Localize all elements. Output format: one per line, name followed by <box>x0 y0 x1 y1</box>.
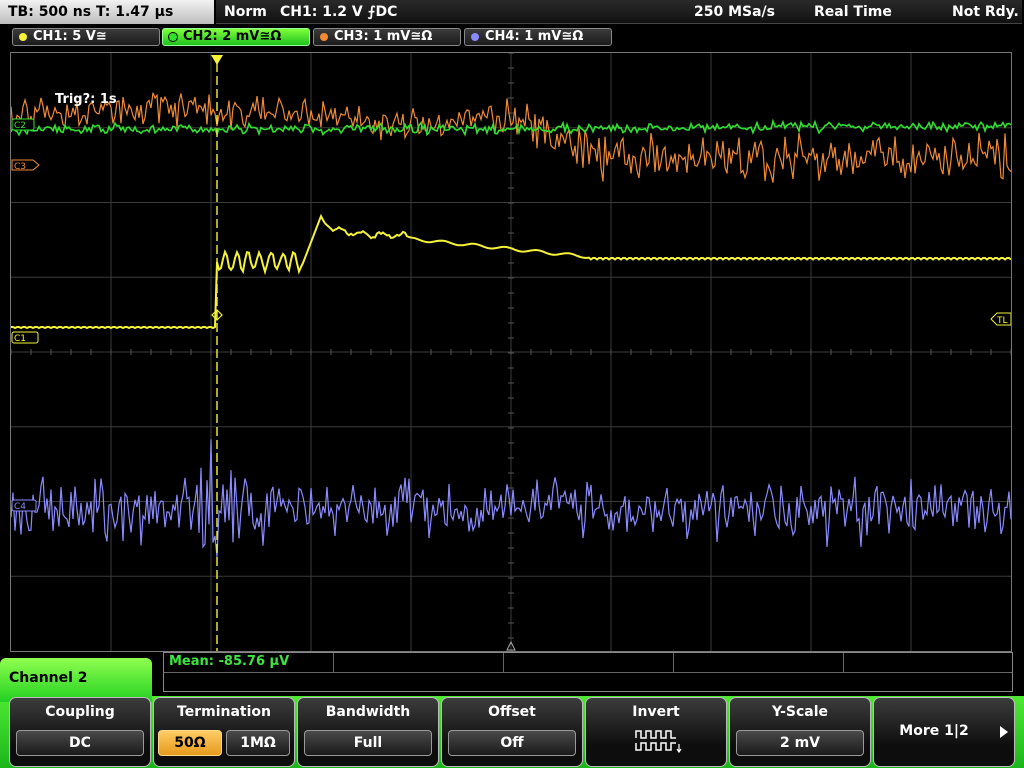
trigger-position-icon[interactable] <box>211 55 223 65</box>
tab-ch4[interactable]: CH4: 1 mV≅Ω <box>464 28 612 46</box>
tab-ch2-label: CH2: 2 mV≅Ω <box>183 29 282 44</box>
menu-title-tab: Channel 2 <box>0 658 152 702</box>
ch4-level-marker[interactable]: C4 <box>11 499 37 512</box>
trigger-info: Trig?: 1s <box>55 92 117 107</box>
offset-softkey[interactable]: Offset Off <box>441 697 583 767</box>
offset-label: Offset <box>488 704 536 720</box>
graticule <box>11 53 1011 651</box>
mean-measurement: Mean: -85.76 µV <box>169 654 290 669</box>
termination-label: Termination <box>177 704 271 720</box>
tab-ch1[interactable]: CH1: 5 V≅ <box>12 28 160 46</box>
measurement-panel[interactable]: Mean: -85.76 µV <box>163 652 1013 692</box>
invert-waveform-icon <box>635 730 682 754</box>
acquisition-status: Not Rdy. <box>952 4 1019 20</box>
invert-softkey[interactable]: Invert <box>585 697 727 767</box>
ch2-level-marker[interactable]: C2 <box>11 118 35 131</box>
next-page-arrow-icon <box>1000 726 1008 738</box>
trigger-mode[interactable]: Norm <box>224 0 267 24</box>
channel-tabs: CH1: 5 V≅ CH2: 2 mV≅Ω CH3: 1 mV≅Ω CH4: 1… <box>0 26 1024 48</box>
termination-1mohm-option[interactable]: 1MΩ <box>226 730 290 756</box>
waveform-display[interactable]: C2 C3 C1 C4 TL Trig?: 1s <box>10 52 1012 652</box>
status-bar: TB: 500 ns T: 1.47 µs Norm CH1: 1.2 V ⨍D… <box>0 0 1024 24</box>
ch1-color-icon <box>19 33 27 41</box>
bandwidth-label: Bandwidth <box>325 704 411 720</box>
acquisition-mode[interactable]: Real Time <box>814 0 892 24</box>
coupling-label: Coupling <box>45 704 115 720</box>
ch2-marker-label: C2 <box>14 121 26 131</box>
y-scale-value[interactable]: 2 mV <box>736 730 864 756</box>
tab-ch1-label: CH1: 5 V≅ <box>33 29 107 44</box>
tab-ch3-label: CH3: 1 mV≅Ω <box>334 29 433 44</box>
invert-label: Invert <box>632 704 680 720</box>
coupling-softkey[interactable]: Coupling DC <box>9 697 151 767</box>
ch3-color-icon <box>320 33 328 41</box>
bandwidth-softkey[interactable]: Bandwidth Full <box>297 697 439 767</box>
trigger-level-marker[interactable]: TL <box>990 312 1011 326</box>
ch4-marker-label: C4 <box>14 502 26 512</box>
trigger-source[interactable]: CH1: 1.2 V ⨍DC <box>280 0 397 24</box>
ch3-level-marker[interactable]: C3 <box>11 159 40 172</box>
trigger-level-label: TL <box>996 316 1008 326</box>
coupling-value[interactable]: DC <box>16 730 144 756</box>
ch4-color-icon <box>471 33 479 41</box>
y-scale-softkey[interactable]: Y-Scale 2 mV <box>729 697 871 767</box>
tab-ch4-label: CH4: 1 mV≅Ω <box>485 29 584 44</box>
more-label: More 1|2 <box>899 723 969 739</box>
ch1-marker-label: C1 <box>14 334 26 344</box>
y-scale-label: Y-Scale <box>771 704 828 720</box>
termination-softkey[interactable]: Termination 50Ω 1MΩ <box>153 697 295 767</box>
more-softkey[interactable]: More 1|2 <box>873 697 1015 767</box>
ch1-level-marker[interactable]: C1 <box>11 331 39 344</box>
tab-ch2[interactable]: CH2: 2 mV≅Ω <box>162 28 310 46</box>
ch3-marker-label: C3 <box>14 162 26 172</box>
menu-title: Channel 2 <box>9 670 88 686</box>
tab-ch3[interactable]: CH3: 1 mV≅Ω <box>313 28 461 46</box>
sample-rate: 250 MSa/s <box>694 4 776 20</box>
ch2-color-icon <box>168 32 178 42</box>
offset-value[interactable]: Off <box>448 730 576 756</box>
timebase-readout[interactable]: TB: 500 ns T: 1.47 µs <box>0 0 214 24</box>
termination-50ohm-option[interactable]: 50Ω <box>158 730 222 756</box>
bandwidth-value[interactable]: Full <box>304 730 432 756</box>
